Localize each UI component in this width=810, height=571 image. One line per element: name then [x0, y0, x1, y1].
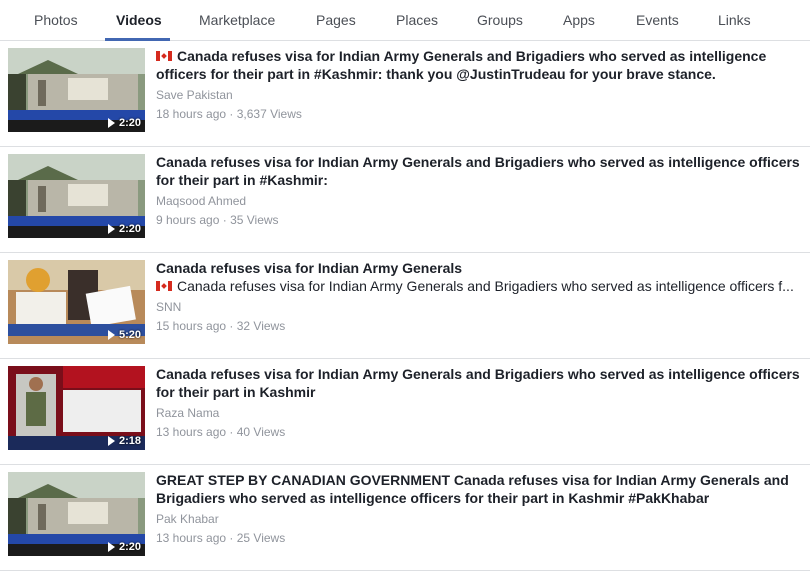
video-thumbnail[interactable]: 5:20: [8, 260, 145, 344]
video-meta: 13 hours ago · 25 Views: [156, 531, 806, 545]
tab-apps[interactable]: Apps: [563, 0, 595, 41]
video-author-link[interactable]: Save Pakistan: [156, 88, 806, 102]
video-title-link[interactable]: Canada refuses visa for Indian Army Gene…: [156, 47, 806, 83]
video-thumbnail[interactable]: 2:20: [8, 154, 145, 238]
video-views: 35 Views: [230, 213, 279, 227]
video-title-link[interactable]: Canada refuses visa for Indian Army Gene…: [156, 153, 806, 189]
canada-flag-icon: [156, 51, 172, 61]
meta-separator: ·: [226, 107, 237, 121]
video-title-text: Canada refuses visa for Indian Army Gene…: [156, 260, 463, 276]
video-time[interactable]: 13 hours ago: [156, 531, 226, 545]
video-title-link[interactable]: Canada refuses visa for Indian Army Gene…: [156, 365, 806, 401]
video-result-row: 2:20 Canada refuses visa for Indian Army …: [0, 147, 810, 253]
video-author-link[interactable]: Pak Khabar: [156, 512, 806, 526]
video-result-text: GREAT STEP BY CANADIAN GOVERNMENT Canada…: [156, 471, 806, 545]
video-result-text: Canada refuses visa for Indian Army Gene…: [156, 47, 806, 121]
video-result-row: 2:20 Canada refuses visa for Indian Army …: [0, 41, 810, 147]
video-meta: 9 hours ago · 35 Views: [156, 213, 806, 227]
duration-text: 2:20: [118, 117, 141, 129]
video-time[interactable]: 18 hours ago: [156, 107, 226, 121]
tab-pages[interactable]: Pages: [316, 0, 356, 41]
canada-flag-icon: [156, 281, 172, 291]
video-duration: 2:20: [107, 223, 141, 235]
video-meta: 18 hours ago · 3,637 Views: [156, 107, 806, 121]
video-time[interactable]: 9 hours ago: [156, 213, 219, 227]
play-icon: [107, 224, 115, 234]
meta-separator: ·: [226, 531, 237, 545]
search-filter-tabs: Photos Videos Marketplace Pages Places Groups…: [0, 0, 810, 41]
video-thumbnail[interactable]: 2:18: [8, 366, 145, 450]
tab-marketplace[interactable]: Marketplace: [199, 0, 275, 41]
video-meta: 15 hours ago · 32 Views: [156, 319, 806, 333]
video-result-row: 2:18 Canada refuses visa for Indian Army …: [0, 359, 810, 465]
video-title-text: Canada refuses visa for Indian Army Gene…: [156, 48, 767, 82]
tab-links[interactable]: Links: [718, 0, 751, 41]
video-duration: 5:20: [107, 329, 141, 341]
meta-separator: ·: [226, 425, 237, 439]
play-icon: [107, 118, 115, 128]
video-author-link[interactable]: SNN: [156, 300, 806, 314]
duration-text: 2:20: [118, 223, 141, 235]
video-result-row: 5:20 Canada refuses visa for Indian Army …: [0, 253, 810, 359]
video-views: 3,637 Views: [236, 107, 302, 121]
video-duration: 2:18: [107, 435, 141, 447]
tab-places[interactable]: Places: [396, 0, 438, 41]
play-icon: [107, 542, 115, 552]
video-meta: 13 hours ago · 40 Views: [156, 425, 806, 439]
tab-events[interactable]: Events: [636, 0, 679, 41]
play-icon: [107, 436, 115, 446]
video-title-text: Canada refuses visa for Indian Army Gene…: [156, 154, 800, 188]
tab-groups[interactable]: Groups: [477, 0, 523, 41]
tab-photos[interactable]: Photos: [34, 0, 78, 41]
duration-text: 2:18: [118, 435, 141, 447]
meta-separator: ·: [219, 213, 231, 227]
video-title-link[interactable]: GREAT STEP BY CANADIAN GOVERNMENT Canada…: [156, 471, 806, 507]
video-views: 32 Views: [236, 319, 286, 333]
video-description: Canada refuses visa for Indian Army Gene…: [156, 277, 801, 295]
duration-text: 5:20: [118, 329, 141, 341]
video-author-link[interactable]: Raza Nama: [156, 406, 806, 420]
video-result-text: Canada refuses visa for Indian Army Gene…: [156, 153, 806, 227]
video-views: 40 Views: [236, 425, 286, 439]
duration-text: 2:20: [118, 541, 141, 553]
video-result-text: Canada refuses visa for Indian Army Gene…: [156, 365, 806, 439]
video-time[interactable]: 13 hours ago: [156, 425, 226, 439]
video-views: 25 Views: [236, 531, 286, 545]
video-duration: 2:20: [107, 541, 141, 553]
video-duration: 2:20: [107, 117, 141, 129]
video-description-text: Canada refuses visa for Indian Army Gene…: [177, 278, 794, 294]
video-title-link[interactable]: Canada refuses visa for Indian Army Gene…: [156, 259, 806, 277]
play-icon: [107, 330, 115, 340]
meta-separator: ·: [226, 319, 237, 333]
video-author-link[interactable]: Maqsood Ahmed: [156, 194, 806, 208]
video-thumbnail[interactable]: 2:20: [8, 472, 145, 556]
video-time[interactable]: 15 hours ago: [156, 319, 226, 333]
video-result-row: 2:20 GREAT STEP BY CANADIAN GOVERNMENT Ca…: [0, 465, 810, 571]
video-title-text: Canada refuses visa for Indian Army Gene…: [156, 366, 800, 400]
tab-videos[interactable]: Videos: [116, 0, 162, 41]
video-title-text: GREAT STEP BY CANADIAN GOVERNMENT Canada…: [156, 472, 789, 506]
video-result-text: Canada refuses visa for Indian Army Gene…: [156, 259, 806, 333]
video-thumbnail[interactable]: 2:20: [8, 48, 145, 132]
